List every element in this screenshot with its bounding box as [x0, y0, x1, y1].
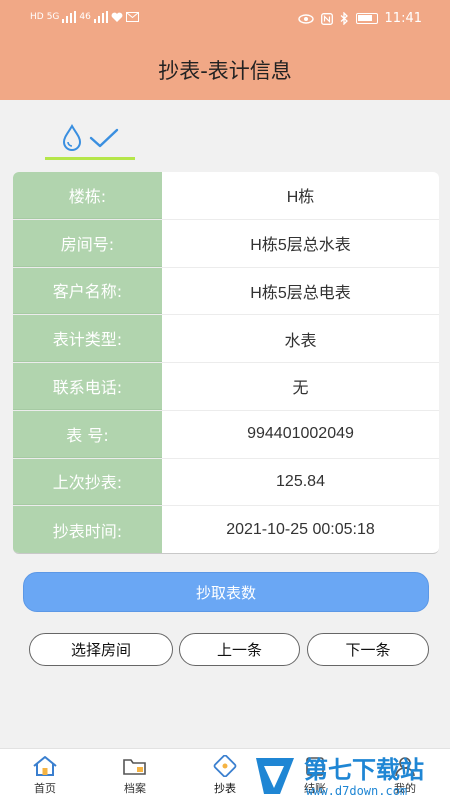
status-time: 11:41	[384, 11, 422, 26]
signal-icon-2	[93, 11, 108, 23]
label-room: 房间号:	[13, 219, 162, 267]
tab-home-label: 首页	[34, 782, 56, 795]
value-room: H栋5层总水表	[250, 237, 351, 255]
value-building: H栋	[286, 189, 315, 207]
4g-indicator: 46	[79, 12, 91, 22]
info-row-building: 楼栋: H栋	[13, 172, 439, 220]
select-room-button[interactable]: 选择房间	[29, 633, 173, 666]
label-building: 楼栋:	[13, 172, 162, 219]
water-drop-icon	[62, 123, 82, 151]
nfc-icon	[320, 12, 333, 25]
home-icon	[33, 756, 57, 776]
info-row-room: 房间号: H栋5层总水表	[13, 219, 439, 268]
info-row-last-reading: 上次抄表: 125.84	[13, 458, 439, 507]
tab-archive[interactable]: 档案	[105, 755, 165, 796]
watermark-brand: 第七下载站	[304, 756, 424, 784]
tab-meter-reading-label: 抄表	[214, 782, 236, 795]
value-customer: H栋5层总电表	[250, 284, 351, 302]
previous-button[interactable]: 上一条	[179, 633, 300, 666]
info-row-customer: 客户名称: H栋5层总电表	[13, 267, 439, 316]
meter-type-tab[interactable]	[45, 118, 135, 160]
label-meter-number: 表 号:	[13, 410, 162, 458]
info-row-meter-type: 表计类型: 水表	[13, 315, 439, 363]
tab-meter-reading[interactable]: 抄表	[195, 755, 255, 796]
label-meter-type: 表计类型:	[13, 315, 162, 362]
check-icon	[89, 128, 119, 147]
status-right: 11:41	[297, 11, 422, 26]
tab-archive-label: 档案	[124, 782, 146, 795]
value-meter-number: 994401002049	[247, 425, 354, 443]
tab-home[interactable]: 首页	[15, 755, 75, 796]
signal-icon	[62, 11, 77, 23]
read-meter-button[interactable]: 抄取表数	[23, 572, 429, 612]
value-reading-time: 2021-10-25 00:05:18	[226, 521, 375, 539]
page-title: 抄表-表计信息	[158, 59, 292, 83]
5g-indicator: 5G	[46, 12, 60, 22]
eye-icon	[297, 13, 314, 24]
value-last-reading: 125.84	[276, 472, 325, 490]
next-button[interactable]: 下一条	[307, 633, 429, 666]
status-left: HD 5G 46	[30, 11, 139, 23]
label-phone: 联系电话:	[13, 363, 162, 410]
watermark-logo-icon: 第七下载站 www.d7down.com	[256, 756, 424, 798]
info-row-reading-time: 抄表时间: 2021-10-25 00:05:18	[13, 506, 439, 553]
value-phone: 无	[292, 380, 309, 398]
folder-icon	[123, 759, 146, 775]
meter-reading-icon	[213, 755, 237, 777]
app-header: 抄表-表计信息	[0, 40, 450, 100]
status-bar: HD 5G 46 11:41	[0, 0, 450, 40]
mail-icon	[125, 12, 139, 22]
heart-icon	[111, 12, 123, 22]
info-row-meter-number: 表 号: 994401002049	[13, 410, 439, 459]
label-customer: 客户名称:	[13, 267, 162, 315]
watermark-logo: 第七下载站 www.d7down.com	[250, 752, 450, 800]
label-last-reading: 上次抄表:	[13, 458, 162, 506]
battery-icon	[355, 13, 378, 24]
info-row-phone: 联系电话: 无	[13, 363, 439, 411]
watermark-url: www.d7down.com	[306, 784, 407, 798]
bluetooth-icon	[340, 12, 348, 25]
value-meter-type: 水表	[284, 332, 317, 350]
hd-indicator: HD	[30, 12, 44, 22]
meter-info-table: 楼栋: H栋 房间号: H栋5层总水表 客户名称: H栋5层总电表 表计类型: …	[13, 172, 439, 554]
label-reading-time: 抄表时间:	[13, 506, 162, 553]
